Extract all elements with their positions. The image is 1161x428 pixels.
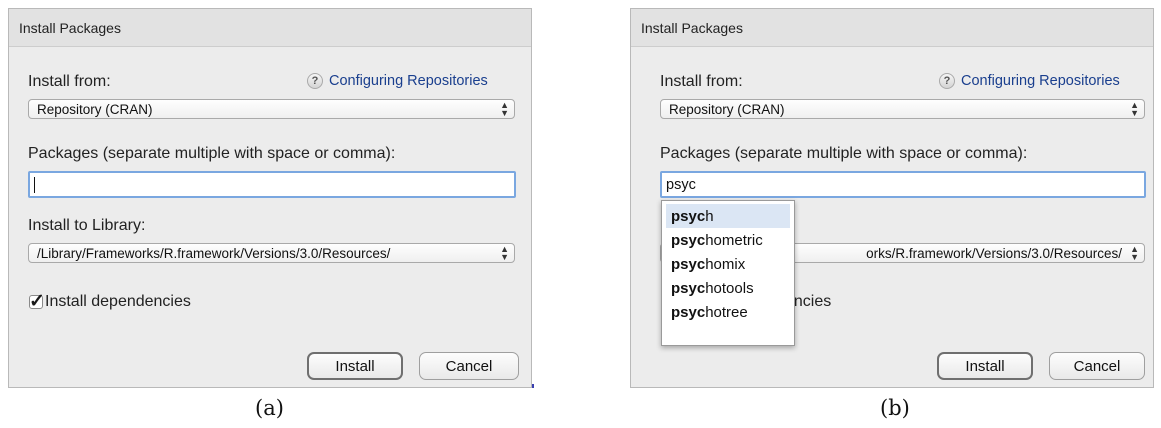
dialog-title: Install Packages bbox=[9, 9, 531, 47]
configuring-repositories-link[interactable]: ? Configuring Repositories bbox=[939, 73, 1120, 89]
install-from-label: Install from: bbox=[28, 73, 111, 90]
panel-caption: (b) bbox=[880, 396, 910, 420]
packages-label: Packages (separate multiple with space o… bbox=[28, 145, 396, 162]
help-icon: ? bbox=[307, 73, 323, 89]
suggestion-match: psyc bbox=[671, 255, 706, 273]
suggestion-item[interactable]: psyc h bbox=[666, 204, 790, 228]
suggestion-rest: h bbox=[705, 207, 714, 225]
dependencies-checkbox[interactable]: ✓ bbox=[29, 291, 45, 312]
suggestion-item[interactable]: psyc hometric bbox=[666, 228, 790, 252]
text-caret bbox=[34, 176, 35, 193]
suggestion-match: psyc bbox=[671, 303, 706, 321]
suggestion-item[interactable]: psyc hotools bbox=[666, 276, 790, 300]
checkmark-icon: ✓ bbox=[29, 291, 45, 312]
dialog-title: Install Packages bbox=[631, 9, 1153, 47]
suggestion-item[interactable]: psyc homix bbox=[666, 252, 790, 276]
suggestion-rest: hometric bbox=[705, 231, 763, 249]
install-packages-dialog: Install Packages Install from: ? Configu… bbox=[630, 8, 1154, 388]
install-from-select[interactable]: Repository (CRAN) ▲ ▼ bbox=[28, 99, 515, 119]
select-value: orks/R.framework/Versions/3.0/Resources/ bbox=[866, 245, 1122, 261]
suggestion-rest: hotools bbox=[705, 279, 754, 297]
suggestion-rest: hotree bbox=[705, 303, 748, 321]
select-stepper-icon: ▲ ▼ bbox=[1130, 244, 1139, 262]
select-value: Repository (CRAN) bbox=[37, 101, 153, 117]
library-select[interactable]: /Library/Frameworks/R.framework/Versions… bbox=[28, 243, 515, 263]
packages-input-value: psyc bbox=[666, 176, 696, 193]
suggestion-match: psyc bbox=[671, 279, 706, 297]
install-from-label: Install from: bbox=[660, 73, 743, 90]
install-dependencies-option[interactable]: ✓ Install dependencies bbox=[29, 291, 191, 312]
suggestion-rest: homix bbox=[705, 255, 746, 273]
select-value: /Library/Frameworks/R.framework/Versions… bbox=[37, 245, 391, 261]
suggestion-match: psyc bbox=[671, 207, 706, 225]
help-link-label: Configuring Repositories bbox=[961, 73, 1120, 89]
install-to-library-label: Install to Library: bbox=[28, 217, 146, 234]
install-packages-dialog: Install Packages Install from: ? Configu… bbox=[8, 8, 532, 388]
select-stepper-icon: ▲ ▼ bbox=[1130, 100, 1139, 118]
packages-input[interactable] bbox=[28, 171, 516, 198]
dependencies-label: Install dependencies bbox=[45, 293, 191, 310]
configuring-repositories-link[interactable]: ? Configuring Repositories bbox=[307, 73, 488, 89]
suggestion-item[interactable]: psyc hotree bbox=[666, 300, 790, 324]
help-link-label: Configuring Repositories bbox=[329, 73, 488, 89]
autocomplete-popup: psyc h psyc hometric psyc homix psyc hotools… bbox=[661, 200, 795, 346]
help-icon: ? bbox=[939, 73, 955, 89]
select-stepper-icon: ▲ ▼ bbox=[500, 100, 509, 118]
packages-label: Packages (separate multiple with space o… bbox=[660, 145, 1028, 162]
select-value: Repository (CRAN) bbox=[669, 101, 785, 117]
cancel-button[interactable]: Cancel bbox=[1049, 352, 1145, 380]
panel-caption: (a) bbox=[255, 396, 284, 420]
cancel-button[interactable]: Cancel bbox=[419, 352, 519, 380]
suggestion-match: psyc bbox=[671, 231, 706, 249]
select-stepper-icon: ▲ ▼ bbox=[500, 244, 509, 262]
install-from-select[interactable]: Repository (CRAN) ▲ ▼ bbox=[660, 99, 1145, 119]
packages-input[interactable]: psyc bbox=[660, 171, 1146, 198]
install-button[interactable]: Install bbox=[937, 352, 1033, 380]
install-button[interactable]: Install bbox=[307, 352, 403, 380]
